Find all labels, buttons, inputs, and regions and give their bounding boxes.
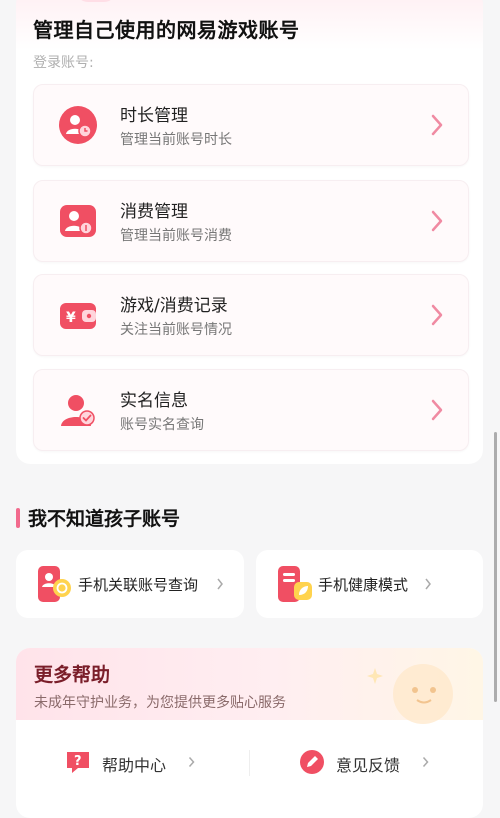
svg-text:¥: ¥: [66, 310, 76, 326]
help-section-title: 更多帮助: [34, 664, 111, 686]
chevron-right-icon: [425, 578, 431, 590]
chevron-right-icon: [217, 578, 223, 590]
help-center-button[interactable]: ? 帮助中心: [64, 742, 204, 782]
account-section-title: 管理自己使用的网易游戏账号: [33, 18, 300, 42]
help-section-subtitle: 未成年守护业务，为您提供更多贴心服务: [34, 695, 286, 711]
phone-linked-account-query-card[interactable]: 手机关联账号查询: [16, 550, 244, 618]
phone-leaf-icon: [278, 566, 312, 602]
item-subtitle: 管理当前账号时长: [120, 132, 232, 148]
item-real-name-info[interactable]: 实名信息 账号实名查询: [33, 369, 469, 451]
more-help-card: 更多帮助 未成年守护业务，为您提供更多贴心服务 ? 帮助中心 意见反馈: [16, 648, 483, 818]
chevron-right-icon: [188, 757, 195, 767]
item-title: 实名信息: [120, 391, 188, 411]
chevron-right-icon: [431, 399, 443, 421]
user-verified-icon: [61, 395, 95, 426]
feedback-button[interactable]: 意见反馈: [298, 742, 438, 782]
wallet-yen-icon: ¥: [60, 303, 96, 329]
user-clock-icon: [59, 106, 97, 144]
pen-feedback-icon: [300, 750, 324, 774]
svg-text:?: ?: [74, 754, 82, 769]
help-divider: [249, 750, 250, 776]
item-title: 时长管理: [120, 106, 188, 126]
card-label: 手机关联账号查询: [78, 576, 199, 594]
section-accent-bar: [16, 508, 20, 528]
feedback-label: 意见反馈: [336, 756, 401, 775]
card-label: 手机健康模式: [318, 576, 409, 594]
decor-blob: [76, 0, 116, 2]
child-section-title: 我不知道孩子账号: [28, 508, 181, 530]
item-subtitle: 账号实名查询: [120, 417, 204, 433]
question-chat-icon: ?: [67, 752, 89, 773]
item-title: 消费管理: [120, 202, 188, 222]
phone-link-icon: [38, 566, 71, 602]
item-title: 游戏/消费记录: [120, 296, 228, 316]
item-subtitle: 管理当前账号消费: [120, 228, 232, 244]
chevron-right-icon: [431, 210, 443, 232]
chevron-right-icon: [431, 304, 443, 326]
item-spending-management[interactable]: 消费管理 管理当前账号消费: [33, 180, 469, 262]
help-center-label: 帮助中心: [102, 756, 167, 775]
scrollbar[interactable]: [494, 432, 497, 702]
item-duration-management[interactable]: 时长管理 管理当前账号时长: [33, 84, 469, 166]
chevron-right-icon: [431, 114, 443, 136]
login-account-label: 登录账号:: [33, 55, 94, 71]
phone-health-mode-card[interactable]: 手机健康模式: [256, 550, 483, 618]
item-subtitle: 关注当前账号情况: [120, 322, 232, 338]
item-game-spending-records[interactable]: ¥ 游戏/消费记录 关注当前账号情况: [33, 274, 469, 356]
user-coin-icon: [60, 205, 96, 237]
chevron-right-icon: [422, 757, 429, 767]
mascot-decoration-icon: [367, 664, 453, 724]
